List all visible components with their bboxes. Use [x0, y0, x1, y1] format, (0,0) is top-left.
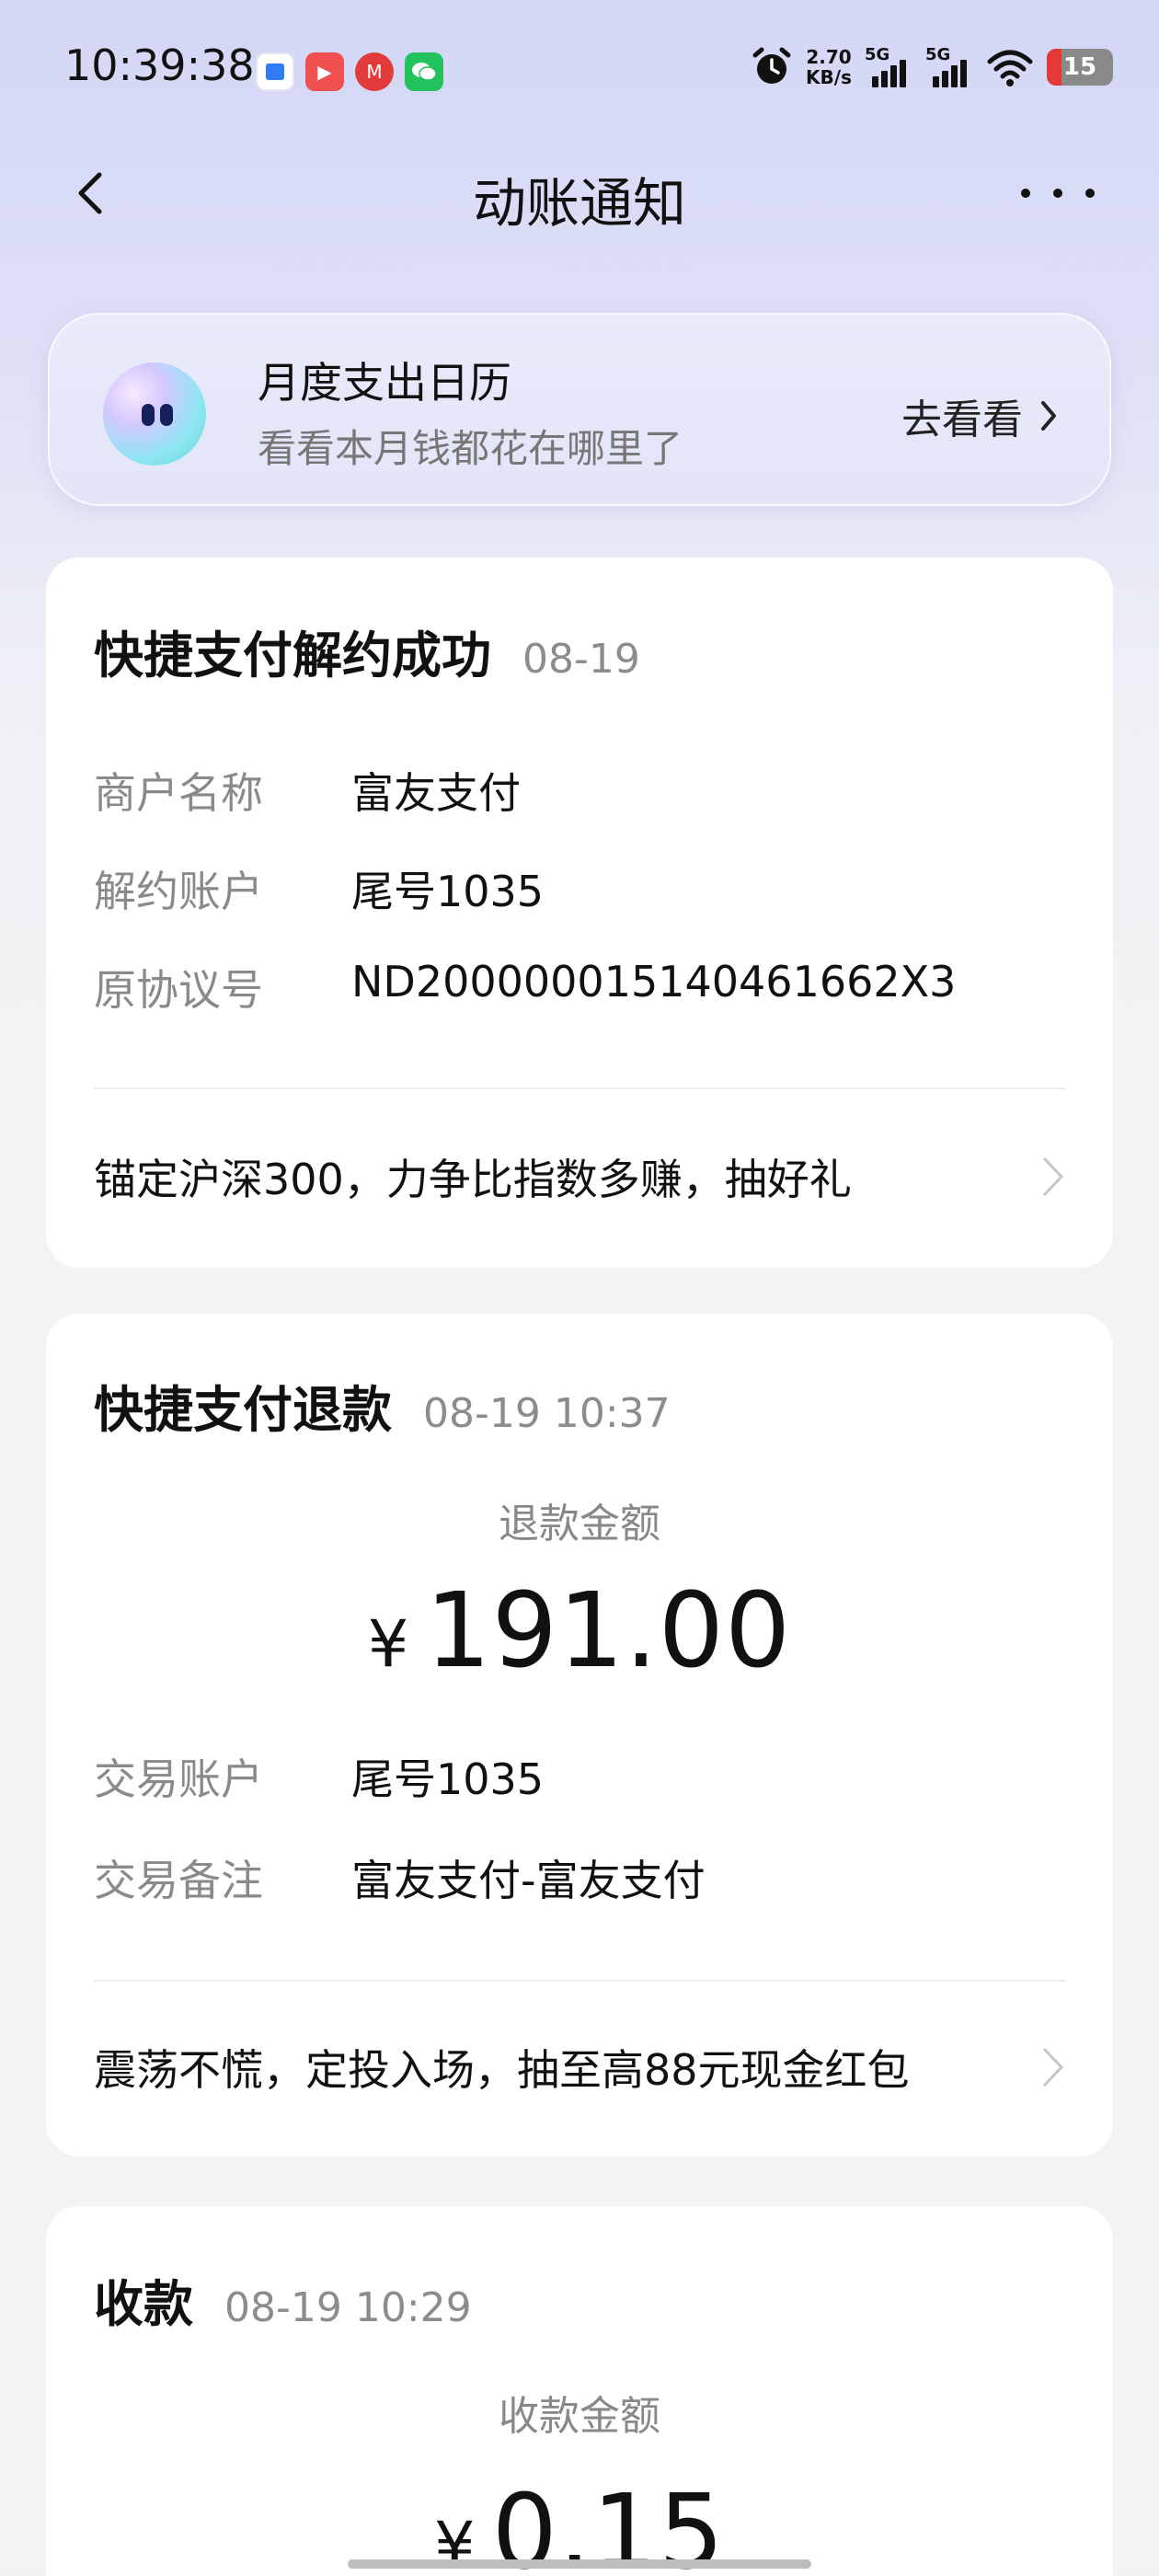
detail-value: 富友支付 [351, 768, 521, 818]
notification-card: 快捷支付退款 08-19 10:37 退款金额 ¥191.00 交易账户 尾号1… [46, 1314, 1113, 2156]
card-date: 08-19 10:29 [224, 2284, 472, 2331]
card-header: 快捷支付退款 08-19 10:37 [94, 1369, 671, 1442]
detail-row: 原协议号 ND200000015140461662X3 [94, 957, 956, 1018]
detail-value: ND200000015140461662X3 [351, 957, 957, 1006]
card-header: 快捷支付解约成功 08-19 [94, 615, 640, 687]
chevron-right-icon [1043, 2048, 1063, 2087]
divider [94, 1980, 1065, 1982]
card-date: 08-19 10:37 [423, 1390, 671, 1437]
detail-value: 尾号1035 [351, 867, 545, 916]
amount-label: 退款金额 [499, 1501, 660, 1547]
promo-link[interactable]: 震荡不慌，定投入场，抽至高88元现金红包 [94, 2037, 1065, 2098]
detail-label: 商户名称 [94, 768, 263, 818]
detail-label: 交易备注 [94, 1856, 263, 1905]
banner-subtitle: 看看本月钱都花在哪里了 [258, 426, 683, 471]
home-indicator[interactable] [348, 2559, 811, 2569]
signal-1-label: 5G [865, 45, 890, 64]
notification-icons: ▶ M [256, 52, 443, 91]
battery-icon: 15 [1047, 49, 1113, 86]
net-speed-value: 2.70 [806, 46, 852, 68]
wechat-icon [405, 52, 443, 91]
net-speed: 2.70 KB/s [806, 47, 852, 87]
banner-link-label: 去看看 [901, 397, 1023, 443]
page-title: 动账通知 [472, 172, 686, 235]
wifi-icon [987, 50, 1033, 86]
detail-row: 交易账户 尾号1035 [94, 1746, 544, 1807]
amount: ¥191.00 [46, 1571, 1113, 1691]
more-icon[interactable] [1021, 166, 1095, 221]
card-title: 快捷支付解约成功 [94, 627, 491, 684]
signal-1-icon: 5G [865, 45, 912, 87]
status-bar: 10:39:38 ▶ M 2.70 KB/s 5G 5G 15 [0, 0, 1159, 138]
detail-value: 富友支付-富友支付 [351, 1856, 706, 1905]
card-title: 快捷支付退款 [94, 1381, 392, 1439]
amount-label: 收款金额 [499, 2393, 660, 2440]
detail-row: 商户名称 富友支付 [94, 760, 521, 821]
detail-label: 解约账户 [94, 867, 263, 916]
card-date: 08-19 [522, 636, 640, 683]
system-icons: 2.70 KB/s 5G 5G 15 [751, 45, 1113, 88]
currency-symbol: ¥ [367, 1606, 409, 1682]
net-speed-unit: KB/s [806, 66, 852, 88]
signal-2-label: 5G [925, 45, 951, 64]
china-merchants-icon: M [355, 52, 394, 91]
amount-value: 191.00 [425, 1571, 792, 1691]
banner-link[interactable]: 去看看 [901, 386, 1061, 445]
notification-card: 快捷支付解约成功 08-19 商户名称 富友支付 解约账户 尾号1035 原协议… [46, 558, 1113, 1268]
signal-2-icon: 5G [925, 45, 973, 87]
detail-row: 交易备注 富友支付-富友支付 [94, 1847, 706, 1908]
nav-bar: 动账通知 [0, 147, 1159, 239]
app-icon-2: ▶ [305, 52, 344, 91]
battery-level: 15 [1062, 53, 1097, 81]
promo-text: 锚定沪深300，力争比指数多赚，抽好礼 [94, 1155, 852, 1204]
promo-text: 震荡不慌，定投入场，抽至高88元现金红包 [94, 2045, 910, 2095]
card-title: 收款 [94, 2275, 193, 2333]
alarm-icon [752, 47, 791, 84]
divider [94, 1087, 1065, 1089]
banner-title: 月度支出日历 [258, 358, 511, 408]
chevron-right-icon [1041, 401, 1056, 431]
detail-value: 尾号1035 [351, 1754, 545, 1804]
spending-calendar-banner[interactable]: 月度支出日历 看看本月钱都花在哪里了 去看看 [48, 313, 1111, 506]
promo-link[interactable]: 锚定沪深300，力争比指数多赚，抽好礼 [94, 1146, 1065, 1207]
detail-label: 原协议号 [94, 965, 263, 1015]
card-header: 收款 08-19 10:29 [94, 2263, 472, 2336]
detail-row: 解约账户 尾号1035 [94, 858, 544, 919]
mascot-icon [103, 362, 206, 466]
chevron-right-icon [1043, 1157, 1063, 1196]
notification-card: 收款 08-19 10:29 收款金额 ¥0.15 [46, 2206, 1113, 2576]
status-time: 10:39:38 [64, 40, 255, 90]
app-icon-1 [256, 52, 294, 91]
detail-label: 交易账户 [94, 1754, 263, 1804]
